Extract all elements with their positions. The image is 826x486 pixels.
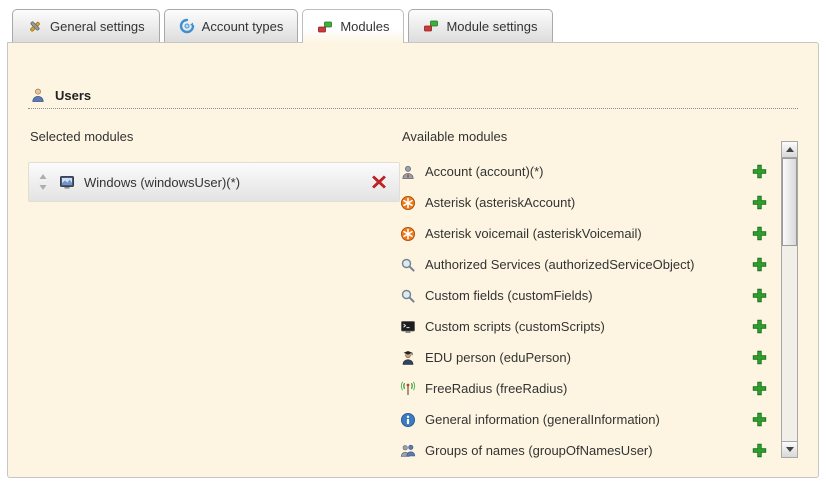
add-module-icon[interactable] — [752, 319, 767, 334]
drag-handle-icon[interactable] — [37, 173, 49, 191]
module-label: Authorized Services (authorizedServiceOb… — [425, 257, 695, 272]
list-item: Asterisk (asteriskAccount) — [400, 187, 781, 218]
antenna-icon — [400, 381, 416, 397]
user-icon — [30, 87, 46, 103]
selected-module-label: Windows (windowsUser)(*) — [84, 175, 240, 190]
add-module-icon[interactable] — [752, 288, 767, 303]
add-module-icon[interactable] — [752, 381, 767, 396]
section-header-users: Users — [30, 87, 798, 103]
list-item: FreeRadius (freeRadius) — [400, 373, 781, 404]
divider — [28, 108, 798, 109]
terminal-icon — [400, 319, 416, 335]
asterisk-icon — [400, 226, 416, 242]
module-label: EDU person (eduPerson) — [425, 350, 571, 365]
add-module-icon[interactable] — [752, 350, 767, 365]
module-label: FreeRadius (freeRadius) — [425, 381, 567, 396]
module-label: General information (generalInformation) — [425, 412, 660, 427]
arrow-up-icon — [786, 147, 794, 152]
available-modules-list: Account (account)(*) — [400, 156, 781, 466]
module-label: Asterisk voicemail (asteriskVoicemail) — [425, 226, 642, 241]
list-item: Authorized Services (authorizedServiceOb… — [400, 249, 781, 280]
magnifier-icon — [400, 257, 416, 273]
blocks-icon — [317, 19, 333, 35]
add-module-icon[interactable] — [752, 257, 767, 272]
scroll-down-button[interactable] — [782, 441, 797, 457]
blocks-icon — [423, 18, 439, 34]
person-icon — [400, 164, 416, 180]
tab-general-settings[interactable]: General settings — [12, 9, 160, 42]
edu-person-icon — [400, 350, 416, 366]
list-item: Custom scripts (customScripts) — [400, 311, 781, 342]
list-item: Asterisk voicemail (asteriskVoicemail) — [400, 218, 781, 249]
modules-panel: Users Selected modules — [7, 42, 819, 478]
delete-module-icon[interactable] — [371, 174, 387, 190]
list-item: Account (account)(*) — [400, 156, 781, 187]
group-icon — [400, 443, 416, 459]
tab-bar: General settings Account types Modules — [12, 9, 553, 43]
tools-icon — [27, 18, 43, 34]
tab-label: Modules — [340, 19, 389, 34]
add-module-icon[interactable] — [752, 226, 767, 241]
list-item: Groups of names (groupOfNamesUser) — [400, 435, 781, 466]
scrollbar-track[interactable] — [782, 158, 797, 441]
arrow-down-icon — [786, 447, 794, 452]
add-module-icon[interactable] — [752, 412, 767, 427]
available-modules-heading: Available modules — [400, 129, 781, 144]
tab-label: Account types — [202, 19, 284, 34]
module-label: Account (account)(*) — [425, 164, 544, 179]
tab-label: General settings — [50, 19, 145, 34]
add-module-icon[interactable] — [752, 443, 767, 458]
tab-module-settings[interactable]: Module settings — [408, 9, 552, 42]
selected-module-row: Windows (windowsUser)(*) — [28, 162, 400, 202]
available-modules-column: Available modules Account (account)(*) — [400, 129, 798, 466]
tab-modules[interactable]: Modules — [302, 9, 404, 43]
magnifier-icon — [400, 288, 416, 304]
add-module-icon[interactable] — [752, 164, 767, 179]
module-columns: Selected modules Windows ( — [28, 129, 798, 466]
selected-modules-column: Selected modules Windows ( — [28, 129, 400, 466]
list-item: Custom fields (customFields) — [400, 280, 781, 311]
section-title: Users — [55, 88, 91, 103]
module-label: Groups of names (groupOfNamesUser) — [425, 443, 653, 458]
gear-icon — [179, 18, 195, 34]
tab-label: Module settings — [446, 19, 537, 34]
tab-account-types[interactable]: Account types — [164, 9, 299, 42]
scroll-up-button[interactable] — [782, 142, 797, 158]
add-module-icon[interactable] — [752, 195, 767, 210]
list-item: General information (generalInformation) — [400, 404, 781, 435]
module-label: Asterisk (asteriskAccount) — [425, 195, 575, 210]
scrollbar-thumb[interactable] — [782, 158, 797, 246]
module-label: Custom scripts (customScripts) — [425, 319, 605, 334]
info-icon — [400, 412, 416, 428]
selected-modules-heading: Selected modules — [28, 129, 400, 144]
list-item: EDU person (eduPerson) — [400, 342, 781, 373]
vertical-scrollbar[interactable] — [781, 141, 798, 458]
windows-module-icon — [59, 174, 75, 190]
module-label: Custom fields (customFields) — [425, 288, 593, 303]
asterisk-icon — [400, 195, 416, 211]
